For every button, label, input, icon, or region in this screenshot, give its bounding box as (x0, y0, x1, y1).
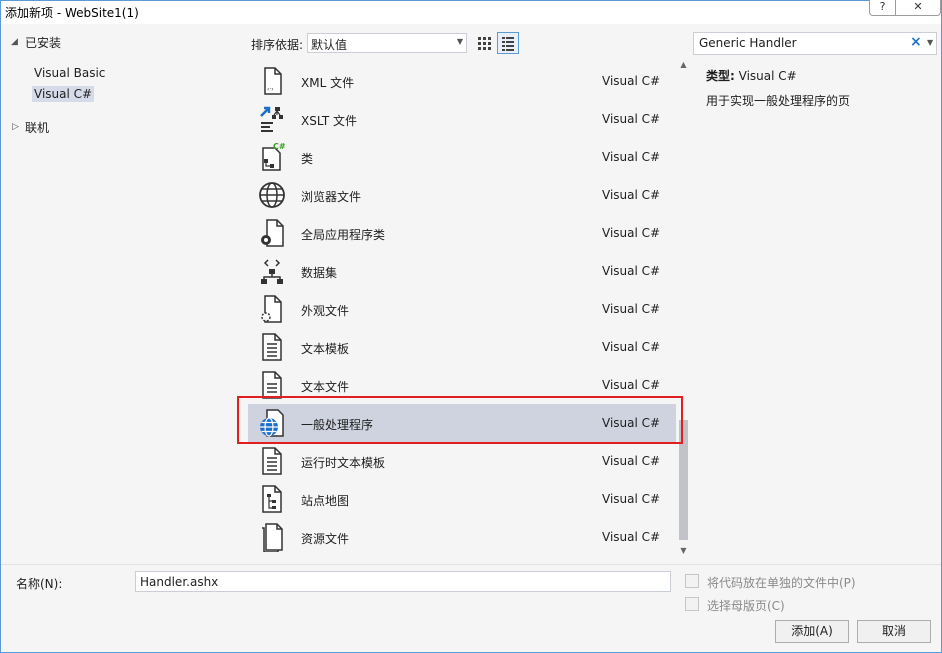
close-button[interactable]: ✕ (895, 0, 941, 16)
item-name: 全局应用程序类 (301, 228, 386, 242)
list-item[interactable]: 全局应用程序类 Visual C# (248, 214, 676, 252)
list-item[interactable]: 文本模板 Visual C# (248, 328, 676, 366)
grid-view-icon (478, 37, 491, 50)
cancel-button[interactable]: 取消 (857, 620, 931, 643)
tree-node-visual-csharp[interactable]: Visual C# (32, 86, 95, 102)
place-code-checkbox[interactable] (685, 574, 699, 588)
tree-node-visual-basic[interactable]: Visual Basic (34, 66, 105, 80)
item-name: 文本文件 (301, 380, 350, 394)
clear-search-icon[interactable]: × (910, 34, 922, 50)
window-title: 添加新项 - WebSite1(1) (5, 6, 139, 20)
item-name: 站点地图 (301, 494, 350, 508)
sort-value: 默认值 (311, 38, 348, 52)
list-item[interactable]: 站点地图 Visual C# (248, 480, 676, 518)
list-item[interactable]: XSLT 文件 Visual C# (248, 100, 676, 138)
grid-view-button[interactable] (473, 32, 495, 54)
list-scrollbar[interactable]: ▲ ▼ (678, 58, 689, 564)
browser-file-icon (259, 182, 285, 208)
item-name: 浏览器文件 (301, 190, 362, 204)
list-item[interactable]: 浏览器文件 Visual C# (248, 176, 676, 214)
list-item[interactable]: 外观文件 Visual C# (248, 290, 676, 328)
item-language: Visual C# (602, 378, 661, 392)
search-input[interactable]: Generic Handler (699, 36, 797, 50)
list-item[interactable]: 运行时文本模板 Visual C# (248, 442, 676, 480)
chevron-down-icon: ▼ (456, 37, 463, 46)
item-type: 类型: Visual C# (706, 67, 797, 84)
list-item[interactable]: C# 类 Visual C# (248, 138, 676, 176)
item-language: Visual C# (602, 188, 661, 202)
item-language: Visual C# (602, 302, 661, 316)
skin-file-icon (261, 295, 282, 323)
title-bar: 添加新项 - WebSite1(1) ? ✕ (1, 0, 941, 23)
svg-text:C#: C# (273, 142, 286, 151)
scroll-down-icon[interactable]: ▼ (678, 546, 689, 555)
category-tree: ◢ 已安装 Visual Basic Visual C# ▷ 联机 (1, 24, 245, 564)
template-list: ‹·› XML 文件 Visual C# XSLT 文件 Visual C# C… (248, 58, 689, 564)
tree-node-online[interactable]: 联机 (25, 119, 49, 136)
class-file-icon: C# (262, 142, 286, 171)
place-code-label: 将代码放在单独的文件中(P) (707, 576, 856, 590)
name-input[interactable] (135, 571, 671, 592)
item-language: Visual C# (602, 454, 661, 468)
type-value: Visual C# (738, 69, 797, 83)
item-name: 类 (301, 152, 314, 166)
item-language: Visual C# (602, 340, 661, 354)
add-button[interactable]: 添加(A) (775, 620, 849, 643)
chevron-down-icon[interactable]: ▼ (927, 38, 933, 47)
master-page-label: 选择母版页(C) (707, 599, 785, 613)
type-label: 类型: (706, 69, 735, 83)
item-name: 资源文件 (301, 532, 350, 546)
list-view-button[interactable] (497, 32, 519, 54)
scroll-up-icon[interactable]: ▲ (678, 60, 689, 69)
item-language: Visual C# (602, 112, 661, 126)
master-page-checkbox[interactable] (685, 597, 699, 611)
item-language: Visual C# (602, 264, 661, 278)
name-label: 名称(N): (16, 577, 63, 591)
text-template-icon (262, 333, 282, 361)
item-language: Visual C# (602, 74, 661, 88)
dialog-body: ◢ 已安装 Visual Basic Visual C# ▷ 联机 排序依据: … (1, 24, 941, 564)
collapsed-arrow-icon[interactable]: ▷ (12, 122, 19, 132)
dataset-icon (261, 259, 283, 284)
expanded-arrow-icon[interactable]: ◢ (11, 37, 18, 47)
runtime-text-template-icon (262, 447, 282, 475)
list-item[interactable]: ‹·› XML 文件 Visual C# (248, 62, 676, 100)
resource-file-icon (262, 523, 283, 552)
search-box[interactable]: Generic Handler × ▼ (693, 32, 937, 55)
item-name: 运行时文本模板 (301, 456, 386, 470)
details-panel: Generic Handler × ▼ 类型: Visual C# 用于实现一般… (693, 24, 941, 564)
xml-file-icon: ‹·› (264, 67, 282, 95)
item-language: Visual C# (602, 150, 661, 164)
sitemap-icon (262, 485, 282, 513)
xslt-file-icon (260, 106, 283, 132)
item-language: Visual C# (602, 530, 661, 544)
selection-highlight-box (237, 396, 683, 444)
help-button[interactable]: ? (869, 0, 896, 16)
add-new-item-dialog: 添加新项 - WebSite1(1) ? ✕ ◢ 已安装 Visual Basi… (0, 0, 942, 653)
list-view-icon (502, 37, 514, 51)
item-name: XML 文件 (301, 76, 355, 90)
item-language: Visual C# (602, 492, 661, 506)
list-item[interactable]: 资源文件 Visual C# (248, 518, 676, 556)
sort-dropdown[interactable]: 默认值 ▼ (307, 33, 467, 53)
global-app-class-icon (261, 219, 284, 247)
item-language: Visual C# (602, 226, 661, 240)
item-name: 文本模板 (301, 342, 350, 356)
item-name: 外观文件 (301, 304, 350, 318)
list-item[interactable]: 数据集 Visual C# (248, 252, 676, 290)
sort-label: 排序依据: (251, 38, 304, 52)
svg-text:‹·›: ‹·› (267, 86, 274, 93)
item-name: 数据集 (301, 266, 338, 280)
tree-node-installed[interactable]: 已安装 (25, 34, 61, 51)
item-description: 用于实现一般处理程序的页 (706, 94, 851, 108)
dialog-footer: 名称(N): 将代码放在单独的文件中(P) 选择母版页(C) 添加(A) 取消 (1, 564, 941, 652)
item-name: XSLT 文件 (301, 114, 358, 128)
